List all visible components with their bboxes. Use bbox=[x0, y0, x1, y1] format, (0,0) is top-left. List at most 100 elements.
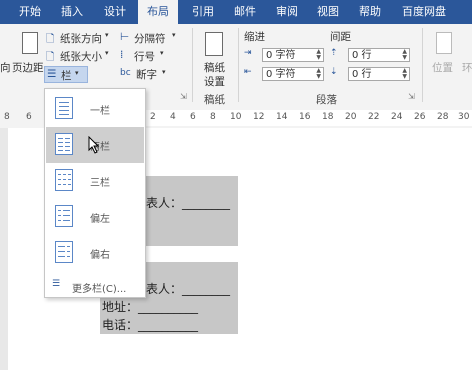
doc-line-representative[interactable]: 表人：________ bbox=[146, 194, 230, 211]
ruler-number: 6 bbox=[190, 112, 196, 122]
spinner-arrows-icon[interactable]: ▲ ▼ bbox=[402, 49, 407, 61]
draft-paper-button[interactable]: 稿纸 bbox=[204, 60, 225, 75]
indent-label: 缩进 bbox=[244, 31, 265, 43]
menu-item-more-columns[interactable]: ☰ 更多栏(C)... bbox=[46, 277, 144, 295]
ruler-number: 18 bbox=[322, 112, 334, 122]
tab-layout[interactable]: 布局 bbox=[138, 0, 178, 24]
mouse-cursor-icon bbox=[88, 136, 100, 154]
ruler-number: 6 bbox=[26, 112, 32, 122]
draft-paper-button-line2: 设置 bbox=[204, 76, 225, 88]
right-column-icon bbox=[55, 241, 73, 263]
space-after-value: 0 行 bbox=[352, 69, 372, 80]
one-column-icon bbox=[55, 97, 73, 119]
menu-item-three-columns[interactable]: 三栏 bbox=[46, 163, 144, 199]
columns-icon: ☰ bbox=[47, 68, 57, 80]
tab-insert[interactable]: 插入 bbox=[52, 0, 92, 24]
ruler-number: 20 bbox=[345, 112, 357, 122]
ruler-number: 8 bbox=[210, 112, 216, 122]
hyphenation-icon: bc bbox=[120, 68, 131, 78]
doc-line-phone[interactable]: 电话：__________ bbox=[102, 316, 198, 333]
paragraph-group-label: 段落 bbox=[316, 94, 337, 106]
menu-item-right[interactable]: 偏右 bbox=[46, 235, 144, 271]
indent-left-value: 0 字符 bbox=[266, 50, 296, 61]
space-before-input[interactable]: 0 行 ▲ ▼ bbox=[348, 48, 410, 62]
ruler-number: 30 bbox=[458, 112, 470, 122]
menu-item-label: 偏左 bbox=[90, 214, 110, 225]
ribbon-separator bbox=[238, 28, 239, 102]
two-columns-icon bbox=[55, 133, 73, 155]
tab-baidu-netdisk[interactable]: 百度网盘 bbox=[392, 0, 456, 24]
tab-review[interactable]: 审阅 bbox=[268, 0, 306, 24]
draft-paper-icon bbox=[205, 32, 223, 56]
doc-line-representative[interactable]: 表人：________ bbox=[146, 280, 230, 297]
ribbon-separator bbox=[192, 28, 193, 102]
menu-item-left[interactable]: 偏左 bbox=[46, 199, 144, 235]
ribbon-tab-bar: 开始 插入 设计 布局 引用 邮件 审阅 视图 帮助 百度网盘 bbox=[0, 0, 472, 24]
left-column-icon bbox=[55, 205, 73, 227]
orientation-icon: 🗋 bbox=[46, 33, 55, 45]
line-numbers-icon: ⁞ bbox=[120, 49, 124, 61]
menu-item-label: 一栏 bbox=[90, 106, 110, 117]
indent-right-input[interactable]: 0 字符 ▲ ▼ bbox=[262, 67, 324, 81]
dialog-launcher-icon[interactable]: ⇲ bbox=[180, 92, 187, 101]
ruler-number: 8 bbox=[4, 112, 10, 122]
ruler-number: 22 bbox=[368, 112, 380, 122]
breaks-icon: ⊢ bbox=[120, 31, 130, 43]
tab-references[interactable]: 引用 bbox=[184, 0, 222, 24]
line-numbers-button[interactable]: 行号 bbox=[134, 49, 155, 64]
indent-left-icon: ⇥ bbox=[244, 48, 252, 58]
orientation-button[interactable]: 纸张方向 bbox=[60, 31, 102, 46]
ruler-number: 28 bbox=[437, 112, 449, 122]
page-left-margin bbox=[0, 128, 8, 370]
columns-dropdown-menu: 一栏 两栏 三栏 偏左 偏右 ☰ 更多栏(C)... bbox=[44, 88, 146, 298]
tab-help[interactable]: 帮助 bbox=[350, 0, 390, 24]
spinner-arrows-icon[interactable]: ▲ ▼ bbox=[316, 49, 321, 61]
chevron-down-icon: ▾ bbox=[160, 49, 164, 57]
ruler-number: 4 bbox=[170, 112, 176, 122]
chevron-down-icon: ▾ bbox=[162, 68, 166, 76]
hyphenation-button[interactable]: 断字 bbox=[136, 67, 157, 82]
position-button[interactable]: 位置 bbox=[432, 60, 453, 75]
chevron-down-icon: ▾ bbox=[172, 31, 176, 39]
ribbon-separator bbox=[422, 28, 423, 102]
tab-view[interactable]: 视图 bbox=[308, 0, 348, 24]
text-direction-label[interactable]: 向 bbox=[0, 60, 11, 75]
draft-paper-group-label: 稿纸 bbox=[204, 94, 225, 106]
chevron-down-icon: ▾ bbox=[105, 31, 109, 39]
columns-button[interactable]: ☰ 栏 ▾ bbox=[44, 66, 88, 83]
wrap-text-button[interactable]: 环 bbox=[462, 60, 472, 75]
indent-left-input[interactable]: 0 字符 ▲ ▼ bbox=[262, 48, 324, 62]
breaks-button[interactable]: 分隔符 bbox=[134, 31, 166, 46]
tab-home[interactable]: 开始 bbox=[10, 0, 50, 24]
space-before-value: 0 行 bbox=[352, 50, 372, 61]
menu-item-label: 三栏 bbox=[90, 178, 110, 189]
chevron-down-icon: ▾ bbox=[105, 49, 109, 57]
position-icon bbox=[436, 32, 452, 54]
spinner-arrows-icon[interactable]: ▲ ▼ bbox=[316, 68, 321, 80]
ruler-number: 12 bbox=[253, 112, 265, 122]
three-columns-icon bbox=[55, 169, 73, 191]
margins-button[interactable]: 页边距 bbox=[12, 60, 44, 75]
chevron-down-icon: ▾ bbox=[75, 69, 79, 77]
indent-right-value: 0 字符 bbox=[266, 69, 296, 80]
tab-design[interactable]: 设计 bbox=[94, 0, 136, 24]
menu-item-one-column[interactable]: 一栏 bbox=[46, 91, 144, 127]
indent-right-icon: ⇤ bbox=[244, 67, 252, 77]
margins-icon[interactable] bbox=[22, 32, 38, 54]
more-columns-label: 更多栏(C)... bbox=[72, 284, 127, 295]
spinner-arrows-icon[interactable]: ▲ ▼ bbox=[402, 68, 407, 80]
space-after-icon: ⇣ bbox=[330, 67, 338, 77]
doc-line-address[interactable]: 地址：__________ bbox=[102, 298, 198, 315]
menu-item-label: 偏右 bbox=[90, 250, 110, 261]
dialog-launcher-icon[interactable]: ⇲ bbox=[408, 92, 415, 101]
ruler-number: 2 bbox=[150, 112, 156, 122]
size-button[interactable]: 纸张大小 bbox=[60, 49, 102, 64]
tab-mailings[interactable]: 邮件 bbox=[226, 0, 264, 24]
ruler-number: 14 bbox=[276, 112, 288, 122]
ruler-number: 16 bbox=[299, 112, 311, 122]
selection-highlight bbox=[138, 176, 238, 246]
spacing-label: 间距 bbox=[330, 31, 351, 43]
ruler-number: 26 bbox=[414, 112, 426, 122]
space-after-input[interactable]: 0 行 ▲ ▼ bbox=[348, 67, 410, 81]
ruler-number: 10 bbox=[230, 112, 242, 122]
